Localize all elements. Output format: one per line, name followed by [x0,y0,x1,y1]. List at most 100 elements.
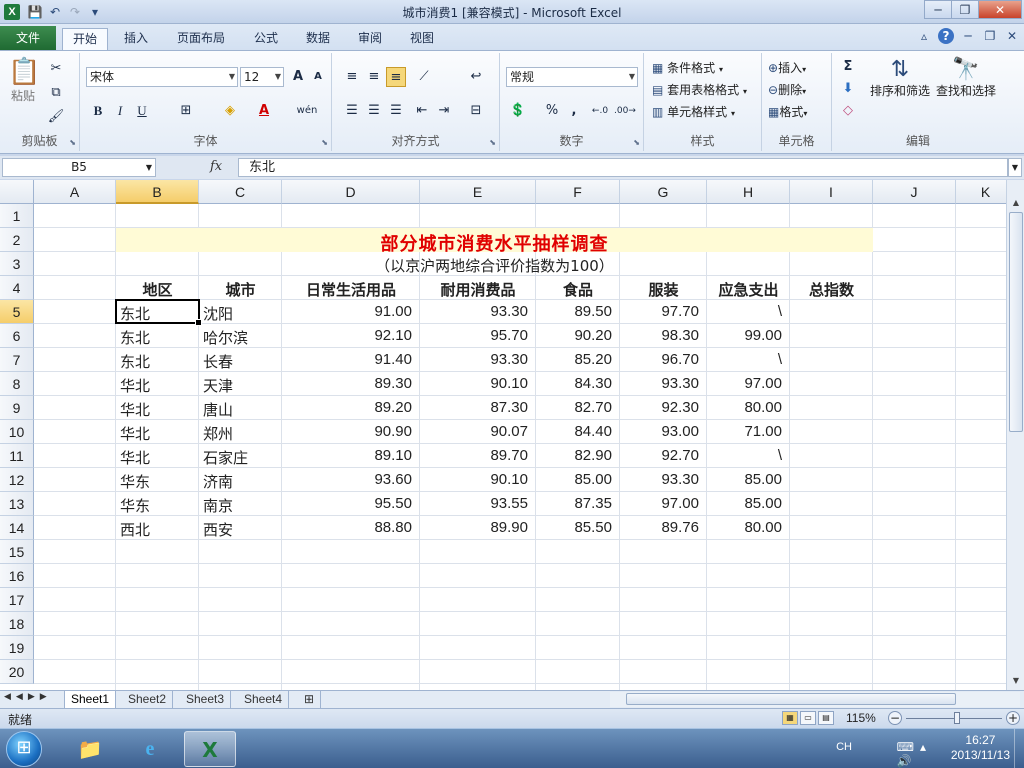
formula-input[interactable]: 东北 [238,158,1008,177]
currency-icon[interactable]: 💲 [508,101,528,121]
data-cell[interactable]: 华北 [116,375,199,396]
close-button[interactable]: ✕ [978,0,1022,19]
delete-cells-button[interactable]: ⊖删除▾ [768,81,806,98]
zoom-in-icon[interactable]: + [1006,711,1020,725]
data-cell[interactable]: 郑州 [199,423,282,444]
decrease-indent-icon[interactable]: ⇤ [412,101,432,121]
row-header-1[interactable]: 1 [0,204,34,228]
row-header-5[interactable]: 5 [0,300,34,324]
font-name-combo[interactable]: 宋体 ▼ [86,67,238,87]
data-cell[interactable]: 82.90 [536,447,620,464]
column-header-h[interactable]: H [707,180,790,204]
row-header-14[interactable]: 14 [0,516,34,540]
zoom-knob[interactable] [954,712,960,724]
paste-button[interactable]: 📋 粘贴 [8,57,40,104]
tab-file[interactable]: 文件 [0,26,56,50]
data-cell[interactable]: 华北 [116,423,199,444]
data-cell[interactable]: 90.10 [420,471,536,488]
data-cell[interactable]: 97.00 [707,375,790,392]
align-middle-icon[interactable]: ≡ [364,67,384,87]
tab-review[interactable]: 审阅 [350,28,390,50]
column-title-cell[interactable]: 地区 [116,279,199,300]
data-cell[interactable]: \ [707,351,790,368]
shrink-font-button[interactable]: A [308,67,328,87]
row-header-13[interactable]: 13 [0,492,34,516]
italic-button[interactable]: I [110,101,130,121]
minimize-ribbon-icon[interactable]: ▵ [916,28,932,44]
sheet-tab-2[interactable]: Sheet2 [122,691,174,708]
data-cell[interactable]: 87.30 [420,399,536,416]
data-cell[interactable]: 95.50 [282,495,420,512]
scroll-down-icon[interactable]: ▼ [1009,674,1023,688]
data-cell[interactable]: 南京 [199,495,282,516]
data-cell[interactable]: 82.70 [536,399,620,416]
data-cell[interactable]: 89.90 [420,519,536,536]
insert-cells-button[interactable]: ⊕插入▾ [768,59,806,76]
column-header-e[interactable]: E [420,180,536,204]
row-header-15[interactable]: 15 [0,540,34,564]
column-header-b[interactable]: B [116,180,199,204]
align-top-icon[interactable]: ≡ [342,67,362,87]
sheet-subtitle[interactable]: （以京沪两地综合评价指数为100） [116,255,873,276]
tab-insert[interactable]: 插入 [116,28,156,50]
bold-button[interactable]: B [88,101,108,121]
data-cell[interactable]: 90.10 [420,375,536,392]
column-title-cell[interactable]: 服装 [620,279,707,300]
column-header-i[interactable]: I [790,180,873,204]
clipboard-launcher-icon[interactable]: ⬊ [69,138,76,147]
decrease-decimal-icon[interactable]: .00→ [614,101,636,121]
data-cell[interactable]: 95.70 [420,327,536,344]
sort-filter-button[interactable]: ⇅ 排序和筛选 [868,57,932,99]
data-cell[interactable]: 89.50 [536,303,620,320]
column-header-g[interactable]: G [620,180,707,204]
clock[interactable]: 16:27 2013/11/13 [951,733,1010,763]
row-header-12[interactable]: 12 [0,468,34,492]
row-header-7[interactable]: 7 [0,348,34,372]
page-break-view-icon[interactable]: ▤ [818,711,834,725]
data-cell[interactable]: 华东 [116,495,199,516]
horizontal-scroll-thumb[interactable] [626,693,956,705]
data-cell[interactable]: 华北 [116,447,199,468]
row-header-11[interactable]: 11 [0,444,34,468]
start-button[interactable] [6,731,42,767]
orientation-icon[interactable]: ⟋ [414,67,434,87]
column-header-f[interactable]: F [536,180,620,204]
column-title-cell[interactable]: 总指数 [790,279,873,300]
tab-formulas[interactable]: 公式 [246,28,286,50]
data-cell[interactable]: 97.00 [620,495,707,512]
data-cell[interactable]: 89.76 [620,519,707,536]
align-right-icon[interactable]: ☰ [386,101,406,121]
data-cell[interactable]: 92.70 [620,447,707,464]
sheet-tab-1[interactable]: Sheet1 [64,691,117,708]
data-cell[interactable]: \ [707,447,790,464]
data-cell[interactable]: 济南 [199,471,282,492]
row-header-2[interactable]: 2 [0,228,34,252]
column-header-c[interactable]: C [199,180,282,204]
doc-minimize-icon[interactable]: ─ [960,28,976,44]
help-icon[interactable]: ? [938,28,954,44]
data-cell[interactable]: 93.55 [420,495,536,512]
row-header-8[interactable]: 8 [0,372,34,396]
data-cell[interactable]: 华北 [116,399,199,420]
data-cell[interactable]: 93.30 [620,375,707,392]
grow-font-button[interactable]: A [288,67,308,87]
font-size-combo[interactable]: 12 ▼ [240,67,284,87]
normal-view-icon[interactable]: ▦ [782,711,798,725]
data-cell[interactable]: 98.30 [620,327,707,344]
row-header-4[interactable]: 4 [0,276,34,300]
column-title-cell[interactable]: 食品 [536,279,620,300]
merge-center-icon[interactable]: ⊟ [466,101,486,121]
column-title-cell[interactable]: 日常生活用品 [282,279,420,300]
align-bottom-icon[interactable]: ≡ [386,67,406,87]
data-cell[interactable]: 93.30 [420,351,536,368]
zoom-out-icon[interactable]: − [888,711,902,725]
show-desktop-button[interactable] [1014,729,1024,768]
number-format-combo[interactable]: 常规 ▼ [506,67,638,87]
tab-page-layout[interactable]: 页面布局 [170,28,232,50]
number-launcher-icon[interactable]: ⬊ [633,138,640,147]
fill-color-icon[interactable]: ◈ [220,101,240,121]
worksheet-grid[interactable]: A B C D E F G H I J K 1 2 3 4 5 6 7 8 9 10 11 12 13 14 15 16 17 18 19… [0,180,1006,690]
column-header-k[interactable]: K [956,180,1006,204]
column-header-d[interactable]: D [282,180,420,204]
maximize-button[interactable]: ❐ [951,0,979,19]
